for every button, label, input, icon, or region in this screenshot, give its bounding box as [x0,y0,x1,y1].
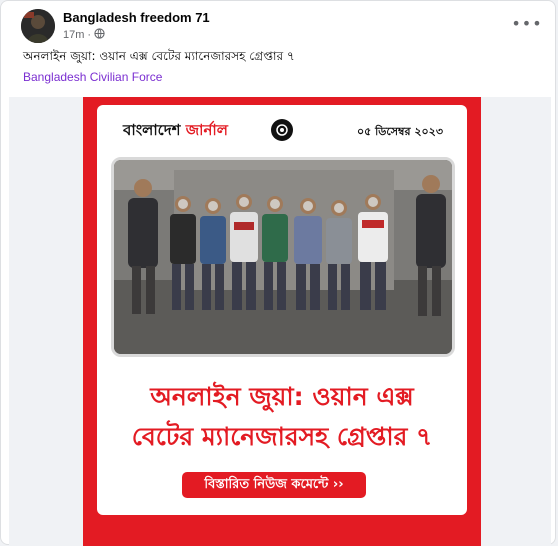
news-poster: বাংলাদেশ জার্নাল ০৫ ডিসেম্বর ২০২৩ অনলাইন… [83,97,481,546]
poster-brand: বাংলাদেশ জার্নাল [123,119,228,144]
post-meta: 17m · [63,28,105,42]
brand-part1: বাংলাদেশ [123,121,181,139]
brand-logo-icon [271,119,293,141]
post-card: Bangladesh freedom 71 17m · ••• অনলাইন জ… [0,0,556,546]
avatar-image [21,9,55,43]
brand-part2: জার্নাল [185,121,228,139]
globe-icon [94,28,105,42]
meta-separator: · [87,29,92,41]
post-media[interactable]: বাংলাদেশ জার্নাল ০৫ ডিসেম্বর ২০২৩ অনলাইন… [9,97,551,546]
post-text: অনলাইন জুয়া: ওয়ান এক্স বেটের ম্যানেজার… [23,49,295,63]
more-options-button[interactable]: ••• [511,11,543,35]
page-name[interactable]: Bangladesh freedom 71 [63,10,210,25]
headline-line-1: অনলাইন জুয়া: ওয়ান এক্স [150,382,414,411]
poster-card: বাংলাদেশ জার্নাল ০৫ ডিসেম্বর ২০২৩ অনলাইন… [97,105,467,515]
headline-line-2: বেটের ম্যানেজারসহ গ্রেপ্তার ৭ [131,422,433,451]
poster-date: ০৫ ডিসেম্বর ২০২৩ [356,125,443,138]
group-photo [111,157,455,357]
page-avatar[interactable] [21,9,55,43]
more-options-icon: ••• [511,13,543,33]
post-link[interactable]: Bangladesh Civilian Force [23,70,162,84]
post-time[interactable]: 17m [63,29,84,41]
details-in-comments-button[interactable]: বিস্তারিত নিউজ কমেন্টে ›› [182,472,366,498]
